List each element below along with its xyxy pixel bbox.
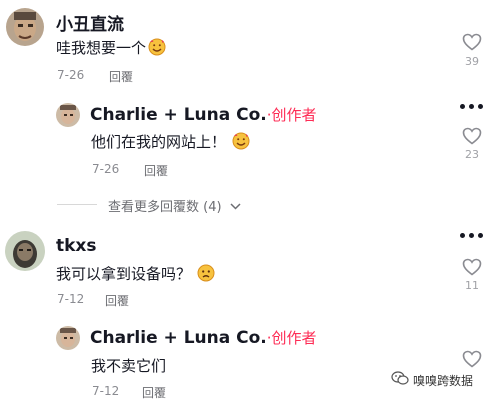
comment-username[interactable]: tkxs bbox=[56, 236, 97, 256]
more-options-icon[interactable] bbox=[460, 104, 483, 109]
comment-text: 哇我想要一个 bbox=[56, 37, 166, 60]
creator-badge: ·创作者 bbox=[266, 106, 317, 124]
view-more-divider bbox=[57, 204, 97, 205]
comment-date: 7-26 bbox=[57, 68, 85, 82]
reply-date: 7-12 bbox=[92, 384, 120, 398]
like-count: 23 bbox=[465, 148, 479, 161]
avatar[interactable] bbox=[56, 326, 80, 350]
like-heart-icon[interactable] bbox=[462, 350, 482, 368]
reply-date: 7-26 bbox=[92, 162, 120, 176]
reply-username[interactable]: Charlie + Luna Co.·创作者 bbox=[90, 327, 317, 348]
comment-text-content: 哇我想要一个 bbox=[56, 39, 147, 57]
avatar[interactable] bbox=[5, 231, 45, 271]
comment-username[interactable]: 小丑直流 bbox=[56, 10, 124, 35]
comment-date: 7-12 bbox=[57, 292, 85, 306]
comment-text-content: 我可以拿到设备吗？ bbox=[56, 265, 192, 283]
avatar[interactable] bbox=[56, 103, 80, 127]
reply-button[interactable]: 回覆 bbox=[105, 292, 129, 309]
reply-username[interactable]: Charlie + Luna Co.·创作者 bbox=[90, 104, 317, 125]
chevron-down-icon[interactable] bbox=[230, 199, 241, 214]
like-count: 11 bbox=[465, 279, 479, 292]
reply-text: 他们在我的网站上！ bbox=[91, 131, 250, 154]
like-heart-icon[interactable] bbox=[462, 258, 482, 276]
more-options-icon[interactable] bbox=[460, 233, 483, 238]
like-heart-icon[interactable] bbox=[462, 127, 482, 145]
reply-text: 我不卖它们 bbox=[91, 357, 167, 375]
smiling-hearts-emoji-icon bbox=[232, 132, 250, 154]
like-count: 39 bbox=[465, 55, 479, 68]
worried-face-emoji-icon bbox=[197, 264, 215, 286]
watermark: 嗅嗅跨数据 bbox=[391, 371, 473, 390]
view-more-replies-label[interactable]: 查看更多回覆数 (4) bbox=[108, 200, 222, 215]
view-more-replies-button[interactable]: 查看更多回覆数 (4) bbox=[108, 196, 241, 215]
reply-username-text[interactable]: Charlie + Luna Co. bbox=[90, 328, 267, 348]
comment-text: 我可以拿到设备吗？ bbox=[56, 263, 215, 286]
avatar[interactable] bbox=[6, 8, 44, 46]
creator-badge: ·创作者 bbox=[266, 329, 317, 347]
reply-button[interactable]: 回覆 bbox=[144, 162, 168, 179]
reply-username-text[interactable]: Charlie + Luna Co. bbox=[90, 105, 267, 125]
reply-text-content: 他们在我的网站上！ bbox=[91, 133, 227, 151]
smiling-hearts-emoji-icon bbox=[148, 38, 166, 60]
reply-button[interactable]: 回覆 bbox=[142, 384, 166, 401]
like-heart-icon[interactable] bbox=[462, 33, 482, 51]
watermark-text: 嗅嗅跨数据 bbox=[413, 374, 474, 388]
reply-button[interactable]: 回覆 bbox=[109, 68, 133, 85]
wechat-icon bbox=[391, 371, 409, 390]
